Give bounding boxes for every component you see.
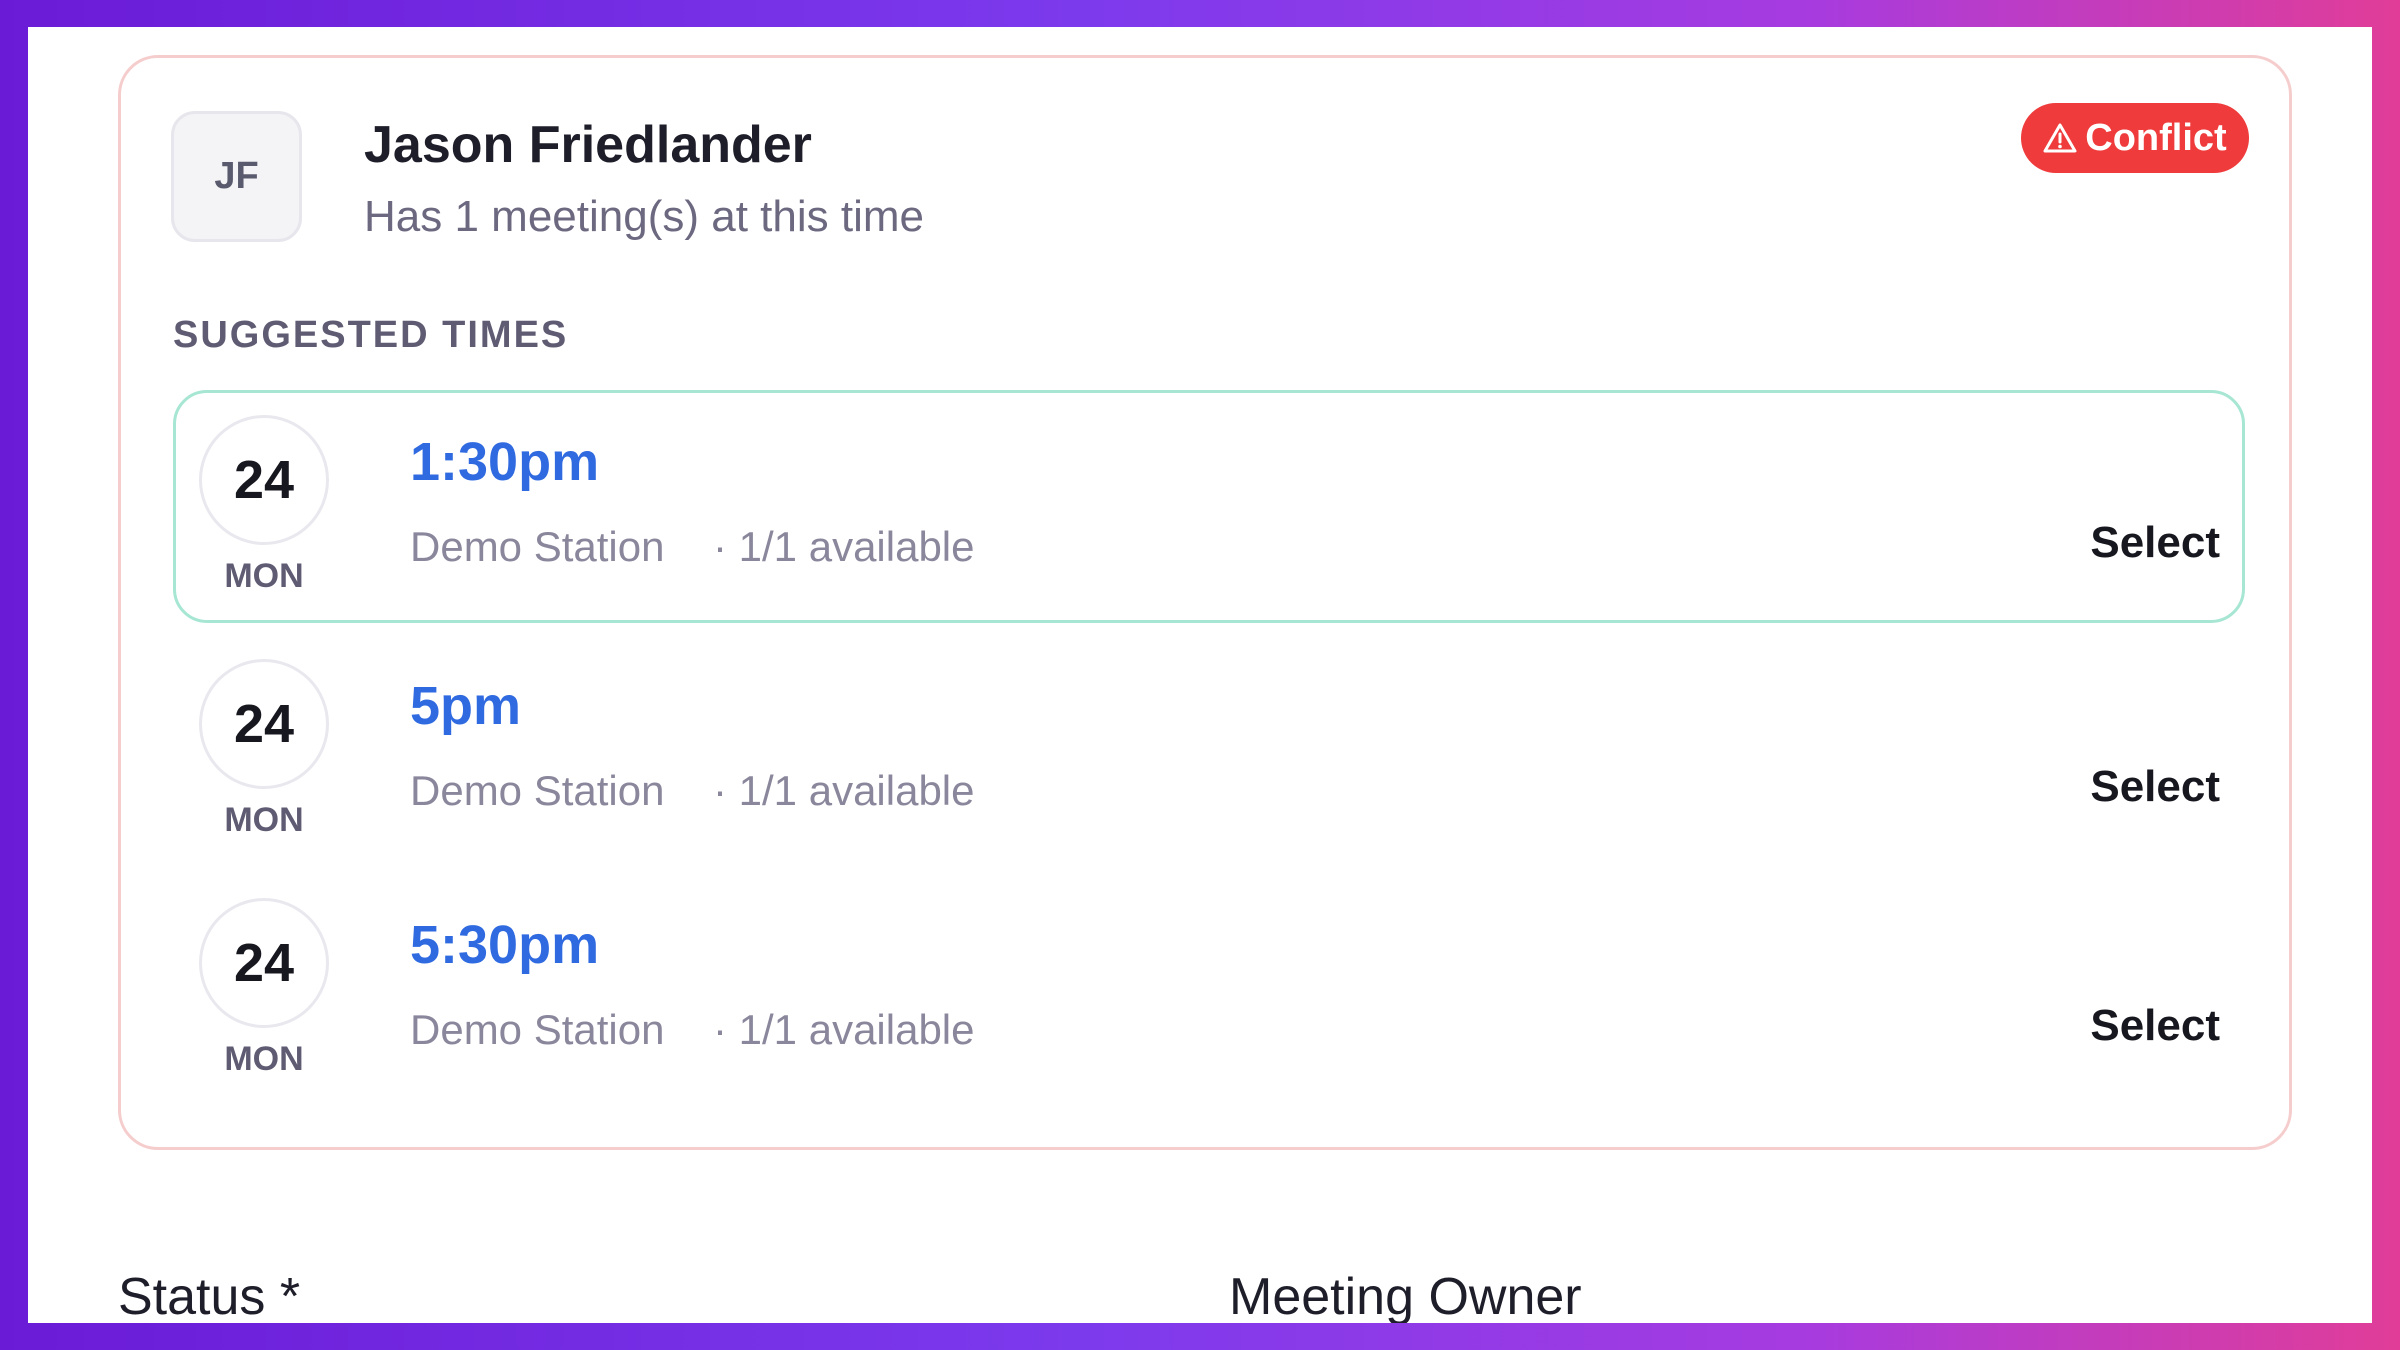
date-day: 24: [233, 450, 295, 510]
date-weekday: MON: [224, 557, 304, 595]
select-slot-button[interactable]: Select: [2090, 518, 2220, 568]
attendee-avatar: JF: [171, 111, 302, 242]
date-day-badge: 24: [199, 898, 329, 1028]
attendee-meeting-count: Has 1 meeting(s) at this time: [364, 192, 924, 241]
slot-availability: · 1/1 available: [713, 767, 975, 814]
slot-location: Demo Station: [410, 767, 665, 814]
slot-time: 5:30pm: [410, 915, 600, 975]
suggested-slot[interactable]: 24 MON 5:30pm Demo Station · 1/1 availab…: [173, 873, 2245, 1106]
slot-location: Demo Station: [410, 1006, 665, 1053]
slot-availability: · 1/1 available: [713, 1006, 975, 1053]
suggested-slot[interactable]: 24 MON 1:30pm Demo Station · 1/1 availab…: [173, 390, 2245, 623]
suggested-times-heading: SUGGESTED TIMES: [173, 314, 569, 356]
suggested-slot[interactable]: 24 MON 5pm Demo Station · 1/1 available …: [173, 634, 2245, 867]
scheduling-panel: JF Jason Friedlander Has 1 meeting(s) at…: [28, 27, 2372, 1323]
select-slot-button[interactable]: Select: [2090, 762, 2220, 812]
avatar-initials: JF: [214, 155, 259, 197]
slot-location: Demo Station: [410, 523, 665, 570]
date-weekday: MON: [224, 1040, 304, 1078]
conflict-badge-label: Conflict: [2085, 116, 2227, 159]
slot-availability: · 1/1 available: [713, 523, 975, 570]
date-weekday: MON: [224, 801, 304, 839]
date-day: 24: [233, 694, 295, 754]
slot-time: 1:30pm: [410, 432, 600, 492]
select-slot-button[interactable]: Select: [2090, 1001, 2220, 1051]
attendee-name: Jason Friedlander: [364, 116, 812, 174]
meeting-owner-field-label: Meeting Owner: [1229, 1268, 1582, 1323]
warning-triangle-icon: [2043, 122, 2077, 154]
date-day-badge: 24: [199, 415, 329, 545]
date-day-badge: 24: [199, 659, 329, 789]
slot-time: 5pm: [410, 676, 522, 736]
status-field-label: Status *: [118, 1268, 301, 1323]
date-day: 24: [233, 933, 295, 993]
conflict-badge: Conflict: [2021, 103, 2249, 173]
